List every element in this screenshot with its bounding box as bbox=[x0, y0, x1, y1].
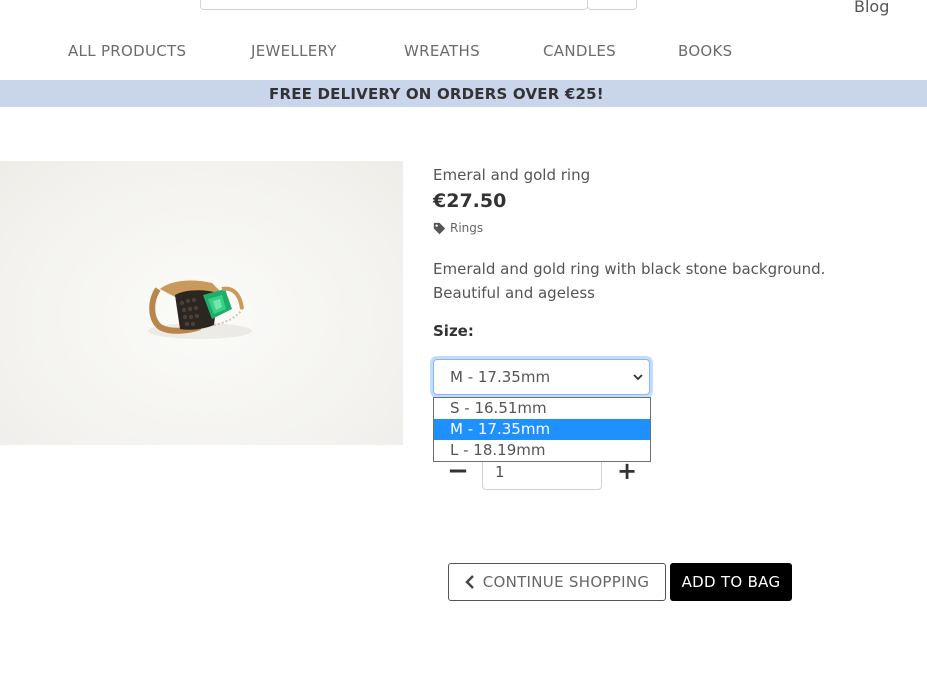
continue-shopping-label: CONTINUE SHOPPING bbox=[482, 573, 650, 591]
category-link[interactable]: Rings bbox=[433, 221, 483, 235]
product-detail-page: Blog ALL PRODUCTS JEWELLERY WREATHS CAND… bbox=[0, 0, 927, 674]
product-price: €27.50 bbox=[433, 190, 507, 212]
nav-item-all-products[interactable]: ALL PRODUCTS bbox=[68, 42, 186, 60]
size-dropdown-list: S - 16.51mm M - 17.35mm L - 18.19mm bbox=[433, 397, 651, 462]
nav-item-jewellery[interactable]: JEWELLERY bbox=[251, 42, 337, 60]
size-label: Size: bbox=[433, 322, 474, 340]
add-to-bag-label: ADD TO BAG bbox=[681, 573, 781, 591]
blog-link[interactable]: Blog bbox=[854, 0, 889, 16]
tag-icon bbox=[433, 222, 446, 234]
size-select[interactable]: M - 17.35mm bbox=[433, 359, 650, 395]
nav-item-wreaths[interactable]: WREATHS bbox=[404, 42, 480, 60]
delivery-banner: FREE DELIVERY ON ORDERS OVER €25! bbox=[0, 80, 927, 107]
chevron-down-icon bbox=[633, 374, 643, 381]
size-option-s[interactable]: S - 16.51mm bbox=[434, 398, 650, 419]
nav-item-candles[interactable]: CANDLES bbox=[543, 42, 616, 60]
main-nav: ALL PRODUCTS JEWELLERY WREATHS CANDLES B… bbox=[0, 42, 927, 64]
category-label: Rings bbox=[450, 221, 484, 235]
ring-illustration bbox=[148, 280, 252, 339]
size-select-value: M - 17.35mm bbox=[450, 368, 551, 386]
search-input[interactable] bbox=[200, 0, 588, 10]
add-to-bag-button[interactable]: ADD TO BAG bbox=[670, 563, 792, 601]
chevron-left-icon bbox=[464, 575, 474, 589]
continue-shopping-button[interactable]: CONTINUE SHOPPING bbox=[448, 563, 666, 601]
delivery-banner-text: FREE DELIVERY ON ORDERS OVER €25! bbox=[269, 85, 604, 103]
product-description: Emerald and gold ring with black stone b… bbox=[433, 260, 826, 302]
product-name: Emeral and gold ring bbox=[433, 166, 591, 184]
size-option-l[interactable]: L - 18.19mm bbox=[434, 440, 650, 461]
search-button[interactable] bbox=[587, 0, 637, 10]
nav-item-books[interactable]: BOOKS bbox=[678, 42, 733, 60]
size-option-m[interactable]: M - 17.35mm bbox=[434, 419, 650, 440]
product-image bbox=[0, 161, 403, 445]
